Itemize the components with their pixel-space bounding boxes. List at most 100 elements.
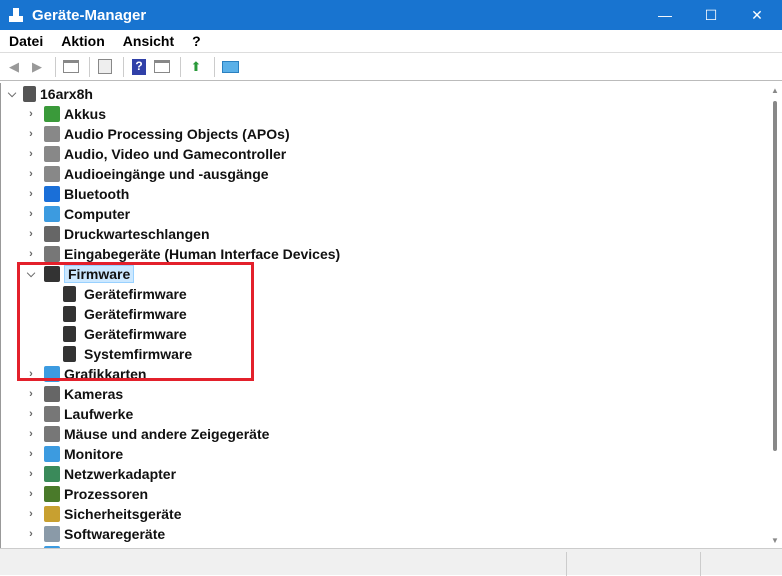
window-title: Geräte-Manager (32, 6, 147, 24)
chevron-right-icon[interactable]: › (25, 468, 37, 480)
scrollbar-thumb[interactable] (773, 101, 777, 451)
category-label: Monitore (64, 446, 124, 462)
category-icon (44, 466, 60, 482)
category-label: Eingabegeräte (Human Interface Devices) (64, 246, 341, 262)
action-pane-icon[interactable] (152, 58, 172, 76)
category-label: Computer (64, 206, 131, 222)
chevron-right-icon[interactable]: › (25, 428, 37, 440)
category-label: Bluetooth (64, 186, 130, 202)
chevron-right-icon[interactable]: › (25, 388, 37, 400)
category-icon (44, 506, 60, 522)
toolbar-separator (214, 56, 215, 77)
category-icon (44, 166, 60, 182)
tree-category[interactable]: › Prozessoren (25, 484, 148, 504)
tree-category[interactable]: › Computer (25, 204, 130, 224)
chevron-right-icon[interactable]: › (25, 488, 37, 500)
chevron-right-icon[interactable]: › (25, 168, 37, 180)
tree-category[interactable]: › Akkus (25, 104, 106, 124)
menu-aktion[interactable]: Aktion (61, 33, 105, 49)
category-label: Akkus (64, 106, 107, 122)
menu-help[interactable]: ? (192, 33, 201, 49)
category-icon (44, 446, 60, 462)
chevron-right-icon[interactable]: › (25, 228, 37, 240)
tree-category[interactable]: › Eingabegeräte (Human Interface Devices) (25, 244, 340, 264)
tree-category[interactable]: › Kameras (25, 384, 123, 404)
category-label: Prozessoren (64, 486, 149, 502)
category-icon (44, 526, 60, 542)
tree-category[interactable]: › Audio, Video und Gamecontroller (25, 144, 286, 164)
show-hide-tree-icon[interactable] (61, 58, 81, 76)
tree-category[interactable]: › Audioeingänge und -ausgänge (25, 164, 269, 184)
category-icon (44, 146, 60, 162)
toolbar-separator (180, 56, 181, 77)
tree-category[interactable]: › Sicherheitsgeräte (25, 504, 182, 524)
category-label: Softwaregeräte (64, 526, 166, 542)
toolbar-separator (55, 56, 56, 77)
device-manager-icon (8, 7, 24, 23)
chevron-right-icon[interactable]: › (25, 188, 37, 200)
vertical-scrollbar[interactable]: ▲ ▼ (768, 83, 782, 548)
toolbar-separator (89, 56, 90, 77)
category-icon (44, 206, 60, 222)
category-icon (44, 386, 60, 402)
chevron-right-icon[interactable]: › (25, 208, 37, 220)
category-icon (44, 486, 60, 502)
status-divider (700, 552, 701, 576)
category-icon (44, 226, 60, 242)
category-icon (44, 106, 60, 122)
computer-icon (23, 86, 36, 102)
tree-category[interactable]: › Softwaregeräte (25, 524, 165, 544)
status-bar (0, 548, 782, 576)
chevron-right-icon[interactable]: › (25, 128, 37, 140)
chevron-right-icon[interactable]: › (25, 408, 37, 420)
scan-hardware-icon[interactable] (220, 58, 240, 76)
help-icon[interactable]: ? (129, 58, 149, 76)
category-label: Sicherheitsgeräte (64, 506, 182, 522)
category-label: Laufwerke (64, 406, 134, 422)
scroll-down-icon[interactable]: ▼ (771, 536, 779, 545)
category-label: Kameras (64, 386, 124, 402)
category-label: Druckwarteschlangen (64, 226, 210, 242)
root-label: 16arx8h (40, 86, 93, 102)
scroll-up-icon[interactable]: ▲ (771, 86, 779, 95)
status-divider (566, 552, 567, 576)
chevron-right-icon[interactable]: › (25, 248, 37, 260)
update-driver-icon[interactable]: ⬆ (186, 58, 206, 76)
title-bar: Geräte-Manager — ☐ ✕ (0, 0, 782, 30)
chevron-right-icon[interactable]: › (25, 148, 37, 160)
close-button[interactable]: ✕ (734, 0, 780, 30)
category-icon (44, 246, 60, 262)
forward-icon[interactable]: ▶ (27, 58, 47, 76)
tree-root[interactable]: ⌵ 16arx8h (1, 84, 93, 104)
tree-category[interactable]: › Netzwerkadapter (25, 464, 176, 484)
chevron-right-icon[interactable]: › (25, 528, 37, 540)
tree-category[interactable]: › Bluetooth (25, 184, 129, 204)
menu-ansicht[interactable]: Ansicht (123, 33, 174, 49)
menu-bar: Datei Aktion Ansicht ? (0, 30, 782, 52)
category-icon (44, 406, 60, 422)
menu-datei[interactable]: Datei (9, 33, 43, 49)
tree-category[interactable]: › Laufwerke (25, 404, 133, 424)
minimize-button[interactable]: — (642, 0, 688, 30)
chevron-down-icon[interactable]: ⌵ (6, 88, 18, 101)
highlight-box (17, 262, 254, 381)
maximize-button[interactable]: ☐ (688, 0, 734, 30)
category-label: Mäuse und andere Zeigegeräte (64, 426, 270, 442)
category-icon (44, 426, 60, 442)
chevron-right-icon[interactable]: › (25, 508, 37, 520)
chevron-right-icon[interactable]: › (25, 448, 37, 460)
tree-category[interactable]: › Monitore (25, 444, 123, 464)
properties-icon[interactable] (95, 58, 115, 76)
tree-category[interactable]: › Druckwarteschlangen (25, 224, 210, 244)
tree-category[interactable]: › Mäuse und andere Zeigegeräte (25, 424, 269, 444)
chevron-right-icon[interactable]: › (25, 108, 37, 120)
category-label: Audio, Video und Gamecontroller (64, 146, 287, 162)
back-icon[interactable]: ◀ (4, 58, 24, 76)
category-icon (44, 126, 60, 142)
category-label: Audio Processing Objects (APOs) (64, 126, 290, 142)
toolbar: ◀ ▶ ? ⬆ (0, 52, 782, 81)
category-label: Audioeingänge und -ausgänge (64, 166, 269, 182)
tree-category[interactable]: › Audio Processing Objects (APOs) (25, 124, 290, 144)
category-label: Netzwerkadapter (64, 466, 177, 482)
toolbar-separator (123, 56, 124, 77)
